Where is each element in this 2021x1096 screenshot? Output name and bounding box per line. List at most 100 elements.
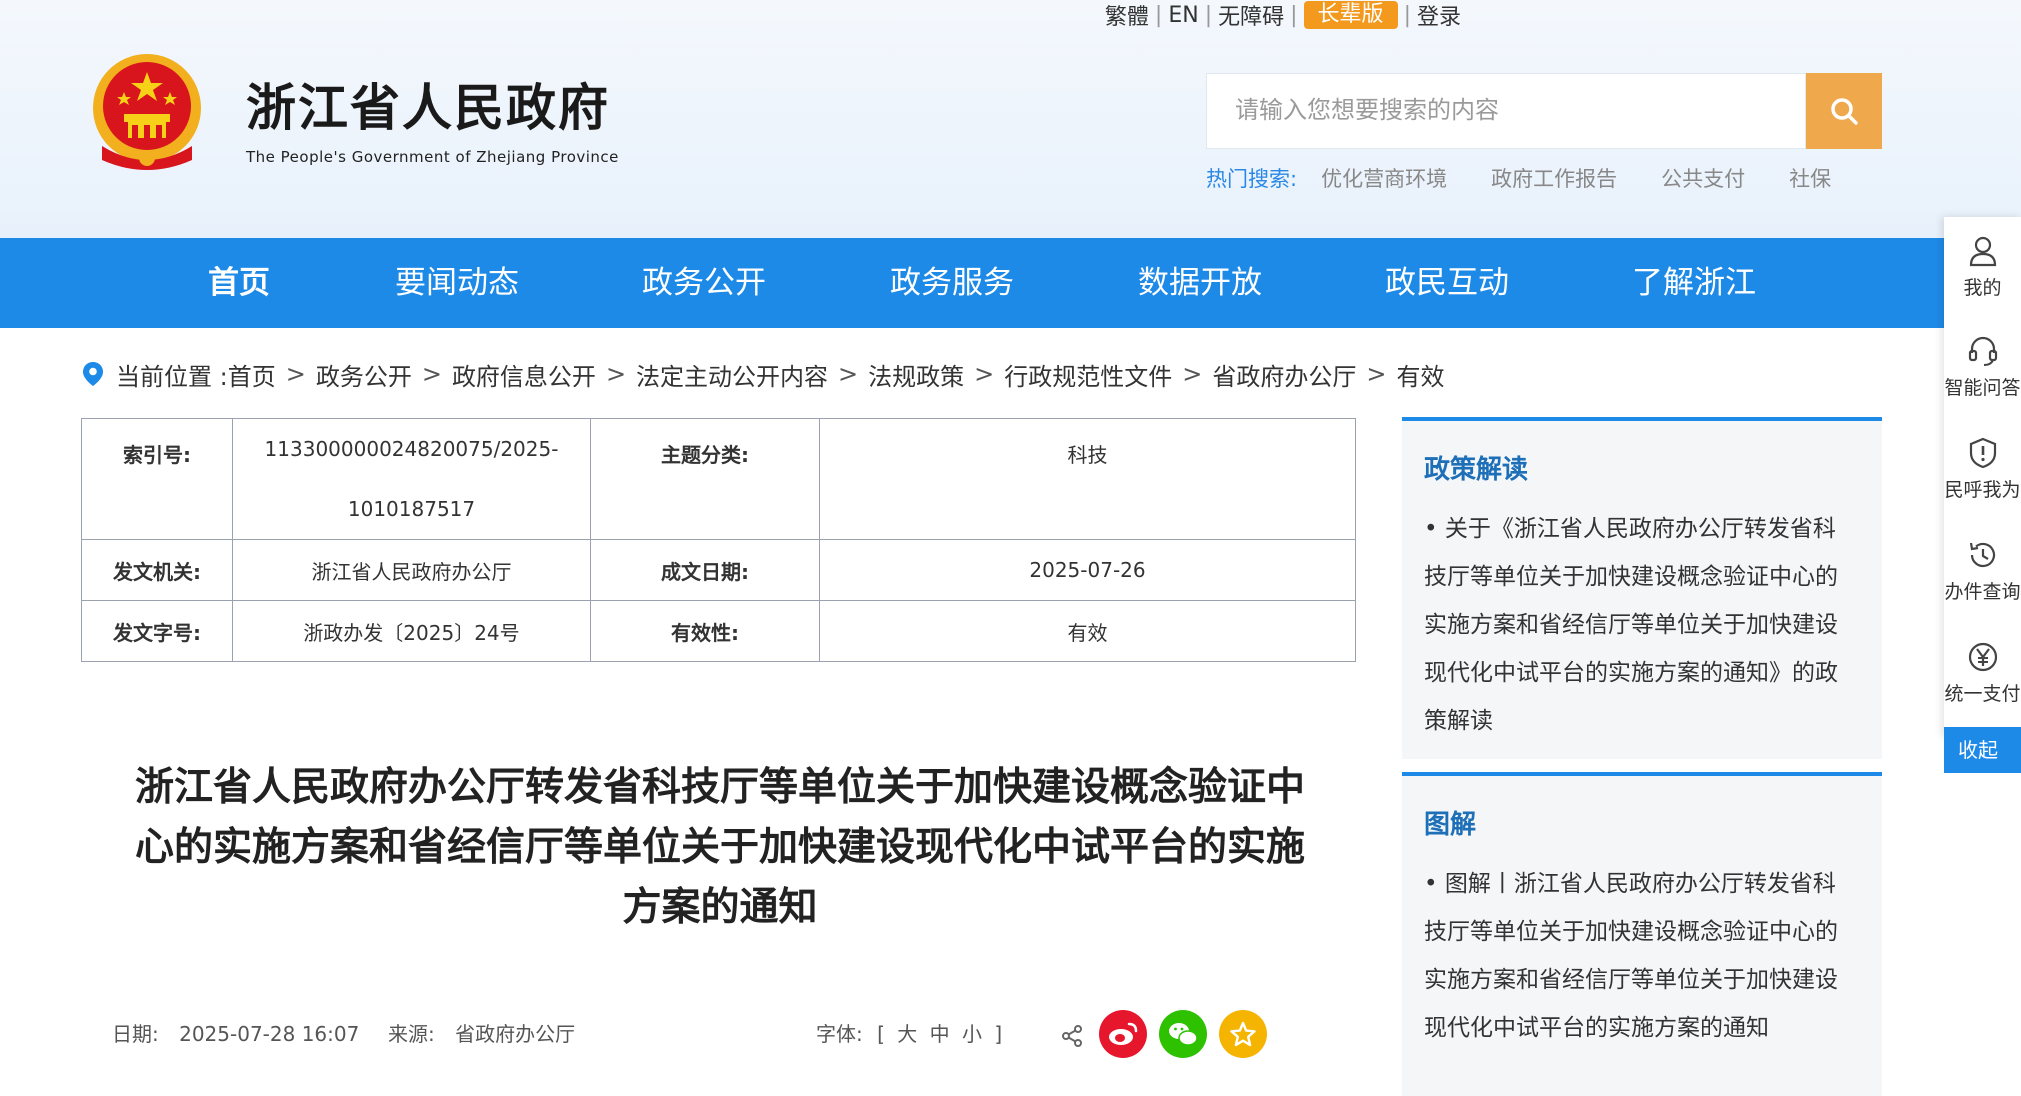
site-subtitle: The People's Government of Zhejiang Prov… [246, 148, 619, 166]
topic-label: 主题分类: [590, 418, 820, 540]
traditional-chinese-link[interactable]: 繁體 [1105, 0, 1149, 31]
hot-search-item[interactable]: 公共支付 [1661, 163, 1745, 193]
index-label: 索引号: [81, 418, 233, 540]
elder-version-button[interactable]: 长辈版 [1303, 1, 1398, 29]
divider: | [1403, 2, 1411, 28]
nav-news[interactable]: 要闻动态 [395, 238, 519, 328]
nav-home[interactable]: 首页 [208, 238, 270, 328]
topic-value: 科技 [819, 418, 1356, 540]
divider: | [1154, 2, 1163, 28]
breadcrumb-separator: > [421, 360, 442, 388]
nav-interaction[interactable]: 政民互动 [1385, 238, 1509, 328]
source-value: 省政府办公厅 [455, 1022, 576, 1046]
site-title: 浙江省人民政府 [246, 78, 610, 137]
search-icon [1831, 98, 1858, 125]
font-bracket-open: [ [877, 1022, 885, 1046]
sidebar-case-query-label: 办件查询 [1944, 581, 2021, 603]
wechat-icon [1169, 1023, 1198, 1046]
policy-interpretation-link[interactable]: • 关于《浙江省人民政府办公厅转发省科技厅等单位关于加快建设概念验证中心的实施方… [1424, 505, 1856, 745]
nav-government-affairs[interactable]: 政务公开 [642, 238, 766, 328]
sidebar-unified-payment[interactable]: 统一支付 [1944, 641, 2021, 706]
validity-value: 有效 [819, 600, 1356, 662]
hot-search-item[interactable]: 政府工作报告 [1491, 163, 1617, 193]
policy-interpretation-link-text[interactable]: 关于《浙江省人民政府办公厅转发省科技厅等单位关于加快建设概念验证中心的实施方案和… [1424, 516, 1838, 734]
breadcrumb-separator: > [605, 360, 627, 388]
sidebar-smart-qa-label: 智能问答 [1944, 377, 2021, 399]
bullet: • [1424, 516, 1445, 542]
breadcrumb-item[interactable]: 政务公开 [316, 357, 412, 392]
history-icon [1969, 542, 1995, 568]
breadcrumb-item[interactable]: 有效 [1396, 357, 1444, 392]
article-title-line1: 浙江省人民政府办公厅转发省科技厅等单位关于加快建设概念验证中 [134, 765, 1305, 810]
national-emblem-logo[interactable] [88, 50, 206, 174]
article-title: 浙江省人民政府办公厅转发省科技厅等单位关于加快建设概念验证中 心的实施方案和省经… [80, 758, 1360, 938]
accessibility-link[interactable]: 无障碍 [1218, 0, 1284, 31]
yen-icon [1968, 642, 1997, 672]
weibo-share-button[interactable] [1099, 1010, 1147, 1058]
nav-about-zhejiang[interactable]: 了解浙江 [1632, 238, 1756, 328]
sidebar-feedback-label: 民呼我为 [1944, 479, 2021, 501]
sidebar-collapse-button[interactable]: 收起 [1944, 727, 2021, 773]
breadcrumb-item[interactable]: 政府信息公开 [452, 357, 596, 392]
font-small-button[interactable]: 小 [962, 1022, 982, 1046]
hot-search-label: 热门搜索: [1206, 167, 1298, 191]
search-input[interactable] [1207, 74, 1823, 146]
search-button[interactable] [1806, 73, 1882, 149]
doc-number-label: 发文字号: [81, 600, 233, 662]
sidebar-my[interactable]: 我的 [1944, 235, 2021, 300]
sidebar-case-query[interactable]: 办件查询 [1944, 539, 2021, 604]
weibo-icon [1109, 1022, 1138, 1045]
source-label: 来源: [388, 1022, 435, 1046]
breadcrumb-item[interactable]: 法定主动公开内容 [636, 357, 828, 392]
top-links: 繁體 | EN | 无障碍 | 长辈版 | 登录 [1105, 0, 1461, 30]
breadcrumb-separator: > [1182, 360, 1203, 388]
validity-label: 有效性: [590, 600, 820, 662]
floating-sidebar: 我的 智能问答 民呼我为 办件查询 统一支付 [1944, 217, 2021, 737]
login-link[interactable]: 登录 [1417, 0, 1461, 31]
location-pin-icon [83, 362, 103, 386]
nav-government-services[interactable]: 政务服务 [890, 238, 1014, 328]
wechat-share-button[interactable] [1159, 1010, 1207, 1058]
font-size-label: 字体: [816, 1022, 863, 1046]
favorite-button[interactable] [1219, 1010, 1267, 1058]
english-link[interactable]: EN [1168, 3, 1198, 28]
breadcrumb-item[interactable]: 行政规范性文件 [1004, 357, 1172, 392]
doc-number-value: 浙政办发〔2025〕24号 [232, 600, 591, 662]
font-medium-button[interactable]: 中 [930, 1022, 950, 1046]
nav-open-data[interactable]: 数据开放 [1138, 238, 1262, 328]
article-title-line2: 心的实施方案和省经信厅等单位关于加快建设现代化中试平台的实施 [134, 825, 1305, 870]
breadcrumb-item[interactable]: 省政府办公厅 [1212, 357, 1356, 392]
breadcrumb-prefix: 当前位置 : [116, 362, 228, 391]
user-icon [1969, 236, 1996, 267]
star-icon [1230, 1021, 1256, 1047]
breadcrumb-separator: > [1366, 360, 1387, 388]
main-nav: 首页 要闻动态 政务公开 政务服务 数据开放 政民互动 了解浙江 [0, 238, 1944, 328]
date-value: 2025-07-26 [819, 539, 1356, 601]
graphic-interpretation-panel: 图解 • 图解丨浙江省人民政府办公厅转发省科技厅等单位关于加快建设概念验证中心的… [1402, 772, 1882, 1096]
hot-search-item[interactable]: 社保 [1789, 163, 1831, 193]
sidebar-my-label: 我的 [1963, 277, 2002, 299]
share-icon[interactable] [1060, 1024, 1084, 1048]
issuer-value: 浙江省人民政府办公厅 [232, 539, 591, 601]
sidebar-smart-qa[interactable]: 智能问答 [1944, 335, 2021, 400]
bullet: • [1424, 871, 1445, 897]
sidebar-unified-payment-label: 统一支付 [1944, 683, 2021, 705]
breadcrumb-item[interactable]: 法规政策 [868, 357, 964, 392]
search-box [1206, 73, 1823, 149]
date-label: 成文日期: [590, 539, 820, 601]
policy-interpretation-panel: 政策解读 • 关于《浙江省人民政府办公厅转发省科技厅等单位关于加快建设概念验证中… [1402, 417, 1882, 759]
hot-search-item[interactable]: 优化营商环境 [1321, 163, 1447, 193]
index-value: 113300000024820075/2025- 1010187517 [232, 418, 591, 540]
graphic-interpretation-link-text[interactable]: 图解丨浙江省人民政府办公厅转发省科技厅等单位关于加快建设概念验证中心的实施方案和… [1424, 871, 1838, 1041]
breadcrumb-item[interactable]: 首页 [228, 357, 276, 392]
document-info-table: 索引号: 113300000024820075/2025- 1010187517… [81, 418, 1356, 662]
headset-icon [1968, 336, 1997, 366]
sidebar-feedback[interactable]: 民呼我为 [1944, 437, 2021, 502]
collapse-label: 收起 [1958, 738, 1998, 762]
font-large-button[interactable]: 大 [897, 1022, 917, 1046]
font-bracket-close: ] [994, 1022, 1003, 1046]
graphic-interpretation-title: 图解 [1424, 810, 1477, 840]
graphic-interpretation-link[interactable]: • 图解丨浙江省人民政府办公厅转发省科技厅等单位关于加快建设概念验证中心的实施方… [1424, 860, 1856, 1052]
publish-date-label: 日期: [112, 1022, 159, 1046]
divider: | [1290, 2, 1298, 28]
